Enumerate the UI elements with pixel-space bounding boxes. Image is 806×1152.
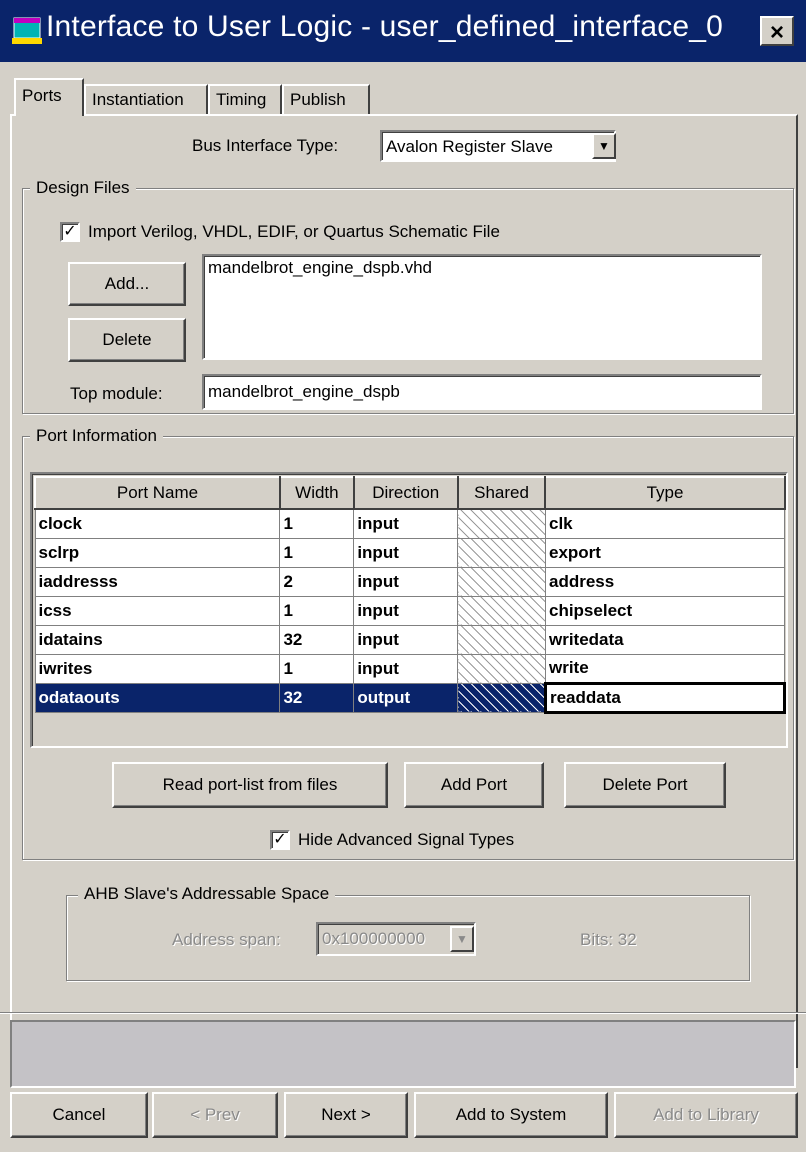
port-type-cell[interactable]: address	[544, 566, 786, 597]
port-name-cell[interactable]: odataouts	[34, 682, 281, 713]
port-shared-cell	[457, 566, 546, 597]
port-name-cell[interactable]: sclrp	[34, 537, 281, 568]
table-row[interactable]: clock 1 input clk	[34, 508, 786, 539]
port-width-cell[interactable]: 1	[279, 537, 355, 568]
hide-advanced-label: Hide Advanced Signal Types	[298, 830, 515, 849]
bus-interface-label: Bus Interface Type:	[192, 136, 339, 155]
tab-instantiation[interactable]: Instantiation	[84, 84, 208, 114]
column-header-port-name[interactable]: Port Name	[34, 476, 281, 510]
app-window-icon	[12, 17, 42, 44]
separator	[0, 1012, 806, 1014]
port-type-cell[interactable]: writedata	[544, 624, 786, 655]
port-table[interactable]: Port Name Width Direction Shared Type cl…	[30, 472, 788, 748]
port-width-cell[interactable]: 1	[279, 653, 355, 684]
port-direction-cell[interactable]: input	[353, 508, 459, 539]
port-shared-cell	[457, 653, 546, 684]
delete-port-button[interactable]: Delete Port	[564, 762, 726, 808]
bus-interface-value: Avalon Register Slave	[386, 137, 553, 156]
bits-label: Bits: 32	[580, 930, 637, 949]
design-files-list[interactable]: mandelbrot_engine_dspb.vhd	[202, 254, 762, 360]
chevron-down-icon: ▼	[450, 926, 474, 952]
port-direction-cell[interactable]: input	[353, 624, 459, 655]
port-type-editor[interactable]: readdata	[543, 681, 787, 714]
top-module-value: mandelbrot_engine_dspb	[208, 382, 400, 401]
add-to-library-button[interactable]: Add to Library	[614, 1092, 798, 1138]
port-shared-cell	[457, 537, 546, 568]
address-span-value: 0x100000000	[322, 929, 426, 948]
port-information-legend: Port Information	[30, 426, 163, 446]
column-header-direction[interactable]: Direction	[352, 476, 459, 510]
port-width-cell[interactable]: 1	[279, 508, 355, 539]
port-type-cell[interactable]: write	[544, 653, 786, 684]
top-module-field[interactable]: mandelbrot_engine_dspb	[202, 374, 762, 410]
read-port-list-button[interactable]: Read port-list from files	[112, 762, 388, 808]
import-checkbox-label: Import Verilog, VHDL, EDIF, or Quartus S…	[88, 222, 500, 241]
title-bar[interactable]: Interface to User Logic - user_defined_i…	[0, 0, 806, 62]
table-row[interactable]: icss 1 input chipselect	[34, 595, 786, 626]
port-width-cell[interactable]: 32	[279, 624, 355, 655]
chevron-down-icon[interactable]: ▼	[592, 133, 616, 159]
close-icon[interactable]: ×	[760, 16, 794, 46]
next-button[interactable]: Next >	[284, 1092, 408, 1138]
tab-timing[interactable]: Timing	[208, 84, 282, 114]
address-span-label: Address span:	[172, 930, 281, 949]
import-checkbox[interactable]: ✓	[60, 222, 80, 242]
port-name-cell[interactable]: iwrites	[34, 653, 281, 684]
table-row[interactable]: idatains 32 input writedata	[34, 624, 786, 655]
add-file-button[interactable]: Add...	[68, 262, 186, 306]
prev-button[interactable]: < Prev	[152, 1092, 278, 1138]
message-pane	[10, 1020, 796, 1088]
port-name-cell[interactable]: icss	[34, 595, 281, 626]
port-shared-cell	[457, 508, 546, 539]
table-row[interactable]: iaddresss 2 input address	[34, 566, 786, 597]
add-port-button[interactable]: Add Port	[404, 762, 544, 808]
window-title: Interface to User Logic - user_defined_i…	[46, 10, 724, 43]
port-direction-cell[interactable]: input	[353, 566, 459, 597]
port-width-cell[interactable]: 32	[279, 682, 355, 713]
port-direction-cell[interactable]: input	[353, 653, 459, 684]
port-type-cell[interactable]: clk	[544, 508, 786, 539]
port-direction-cell[interactable]: input	[353, 537, 459, 568]
column-header-width[interactable]: Width	[278, 476, 355, 510]
port-direction-cell[interactable]: input	[353, 595, 459, 626]
table-row[interactable]: sclrp 1 input export	[34, 537, 786, 568]
table-row-selected[interactable]: odataouts 32 output readdata	[34, 681, 787, 714]
delete-file-button[interactable]: Delete	[68, 318, 186, 362]
ahb-legend: AHB Slave's Addressable Space	[78, 884, 336, 904]
port-shared-cell	[457, 682, 546, 713]
port-width-cell[interactable]: 1	[279, 595, 355, 626]
column-header-type[interactable]: Type	[544, 476, 786, 510]
port-shared-cell	[457, 624, 546, 655]
bus-interface-select[interactable]: Avalon Register Slave	[380, 130, 616, 162]
table-row[interactable]: iwrites 1 input write	[34, 653, 786, 684]
tab-ports[interactable]: Ports	[14, 78, 84, 116]
port-width-cell[interactable]: 2	[279, 566, 355, 597]
port-type-cell[interactable]: chipselect	[544, 595, 786, 626]
port-type-cell[interactable]: export	[544, 537, 786, 568]
port-direction-cell[interactable]: output	[353, 682, 459, 713]
port-shared-cell	[457, 595, 546, 626]
add-to-system-button[interactable]: Add to System	[414, 1092, 608, 1138]
design-files-legend: Design Files	[30, 178, 136, 198]
top-module-label: Top module:	[70, 384, 163, 403]
tab-publish[interactable]: Publish	[282, 84, 370, 114]
port-name-cell[interactable]: clock	[34, 508, 281, 539]
port-name-cell[interactable]: idatains	[34, 624, 281, 655]
file-list-item[interactable]: mandelbrot_engine_dspb.vhd	[208, 258, 756, 278]
hide-advanced-checkbox[interactable]: ✓	[270, 830, 290, 850]
column-header-shared[interactable]: Shared	[456, 476, 547, 510]
port-name-cell[interactable]: iaddresss	[34, 566, 281, 597]
cancel-button[interactable]: Cancel	[10, 1092, 148, 1138]
